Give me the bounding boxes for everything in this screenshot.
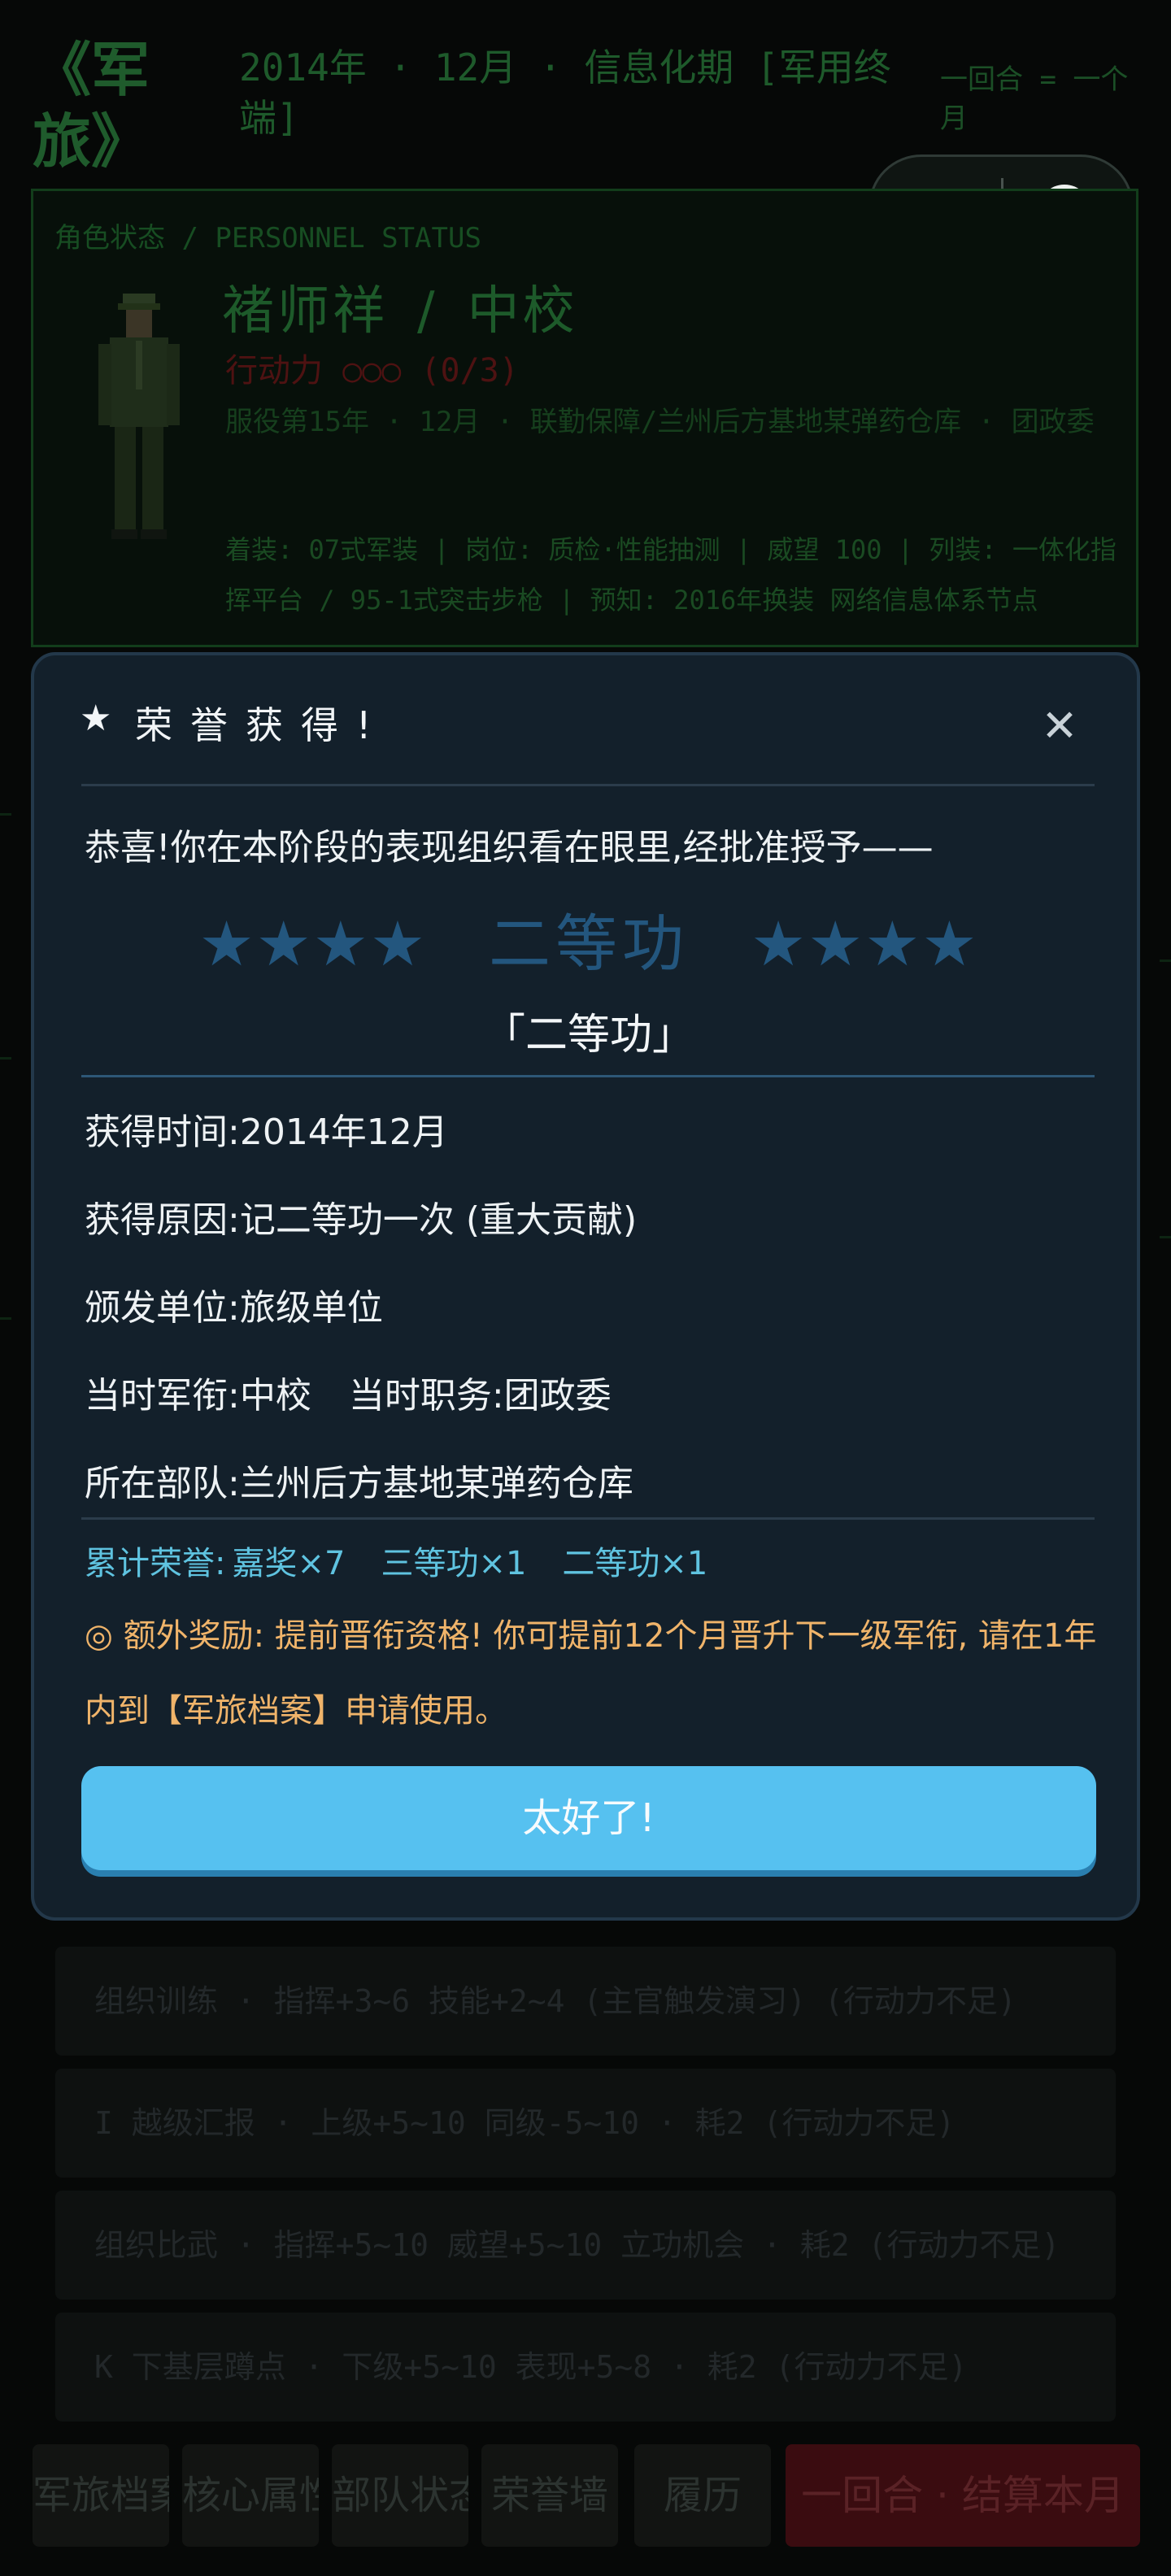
modal-title: 荣誉获得! (135, 703, 390, 747)
top-bar: 《军旅》 2014年 · 12月 · 信息化期 [军用终端] 一回合 = 一个月 (0, 0, 1171, 179)
honor-count-commendation: 嘉奖×7 (232, 1545, 346, 1582)
action-row-train[interactable]: 组织训练 · 指挥+3~6 技能+2~4 (主官触发演习) (行动力不足) (55, 1947, 1116, 2056)
reason-value: 记二等功一次 (重大贡献) (239, 1199, 638, 1241)
star-icon: ★ (80, 698, 112, 739)
side-tick (0, 1057, 11, 1060)
personnel-status-panel: 角色状态 / PERSONNEL STATUS 褚师祥 / 中校 行动力 ○○○ (… (31, 189, 1138, 647)
side-tick (1160, 959, 1171, 962)
bottom-nav: 军旅档案 核心属性 部队状态 荣誉墙 履历 一回合 · 结算本月 (33, 2439, 1140, 2553)
post-label: 当时职务: (348, 1375, 504, 1416)
info-divider (81, 1517, 1095, 1520)
confirm-button[interactable]: 太好了! (81, 1766, 1096, 1870)
info-issuer: 颁发单位:旅级单位 (85, 1278, 383, 1330)
side-tick (0, 813, 11, 816)
action-points: 行动力 ○○○ (0/3) (225, 352, 519, 389)
honor-count-second-class: 二等功×1 (562, 1545, 708, 1582)
character-name-text: 褚师祥 (222, 281, 388, 342)
side-tick (1160, 1236, 1171, 1238)
game-screen: 《军旅》 2014年 · 12月 · 信息化期 [军用终端] 一回合 = 一个月… (0, 0, 1171, 2576)
post-value: 团政委 (503, 1375, 612, 1416)
honor-count-third-class: 三等功×1 (381, 1545, 527, 1582)
end-turn-button[interactable]: 一回合 · 结算本月 (786, 2444, 1140, 2547)
unit-value: 兰州后方基地某弹药仓库 (239, 1463, 633, 1504)
action-row-report[interactable]: I 越级汇报 · 上级+5~10 同级-5~10 · 耗2 (行动力不足) (55, 2069, 1116, 2178)
nav-honor-wall-button[interactable]: 荣誉墙 (481, 2444, 618, 2547)
action-row-contest[interactable]: 组织比武 · 指挥+5~10 威望+5~10 立功机会 · 耗2 (行动力不足) (55, 2191, 1116, 2300)
time-value: 2014年12月 (239, 1112, 448, 1153)
info-rank-post: 当时军衔:中校 当时职务:团政委 (85, 1366, 612, 1418)
cumulative-honors: 累计荣誉: 嘉奖×7 三等功×1 二等功×1 (85, 1537, 743, 1584)
rank-value: 中校 (239, 1375, 311, 1416)
character-name: 褚师祥 / 中校 (222, 269, 578, 344)
time-label: 获得时间: (85, 1112, 240, 1153)
award-quote: 「二等功」 (482, 1011, 694, 1060)
round-note: 一回合 = 一个月 (940, 63, 1129, 135)
nav-archive-button[interactable]: 军旅档案 (33, 2444, 169, 2547)
info-reason: 获得原因:记二等功一次 (重大贡献) (85, 1190, 637, 1242)
honor-modal: ★ 荣誉获得! ✕ 恭喜!你在本阶段的表现组织看在眼里,经批准授予—— ★★★★… (31, 652, 1140, 1921)
nav-attributes-button[interactable]: 核心属性 (182, 2444, 319, 2547)
nav-resume-button[interactable]: 履历 (634, 2444, 771, 2547)
close-icon[interactable]: ✕ (1031, 698, 1088, 755)
congrats-text: 恭喜!你在本阶段的表现组织看在眼里,经批准授予—— (85, 827, 934, 868)
reason-label: 获得原因: (85, 1199, 240, 1241)
name-rank-separator: / (417, 281, 438, 342)
unit-label: 所在部队: (85, 1463, 240, 1504)
nav-unit-status-button[interactable]: 部队状态 (332, 2444, 468, 2547)
era-line: 2014年 · 12月 · 信息化期 [军用终端] (239, 46, 891, 140)
award-banner: ★★★★ 二等功 ★★★★ (34, 899, 1143, 989)
game-title: 《军旅》 (33, 36, 150, 176)
status-header: 角色状态 / PERSONNEL STATUS (54, 222, 481, 255)
soldier-portrait-icon (98, 294, 180, 539)
issuer-label: 颁发单位: (85, 1287, 240, 1329)
side-tick (0, 1317, 11, 1320)
header-divider (81, 784, 1095, 786)
equipment-info: 着装: 07式军装 | 岗位: 质检·性能抽测 | 威望 100 | 列装: 一… (225, 534, 1117, 616)
cumulative-label: 累计荣誉: (85, 1545, 226, 1582)
character-rank: 中校 (467, 281, 578, 342)
award-name: 二等功 (489, 907, 689, 980)
issuer-value: 旅级单位 (239, 1287, 383, 1329)
service-info: 服役第15年 · 12月 · 联勤保障/兰州后方基地某弹药仓库 · 团政委 (225, 406, 1095, 438)
award-divider (81, 1075, 1095, 1077)
action-row-grassroots[interactable]: K 下基层蹲点 · 下级+5~10 表现+5~8 · 耗2 (行动力不足) (55, 2313, 1116, 2422)
stars-left: ★★★★ (198, 907, 427, 980)
modal-header: ★ 荣誉获得! ✕ (34, 655, 1137, 785)
info-unit: 所在部队:兰州后方基地某弹药仓库 (85, 1454, 633, 1506)
rank-label: 当时军衔: (85, 1375, 240, 1416)
info-time: 获得时间:2014年12月 (85, 1103, 448, 1155)
bonus-reward-text: ◎ 额外奖励: 提前晋衔资格! 你可提前12个月晋升下一级军衔, 请在1年内到【… (85, 1617, 1097, 1730)
stars-right: ★★★★ (751, 907, 979, 980)
